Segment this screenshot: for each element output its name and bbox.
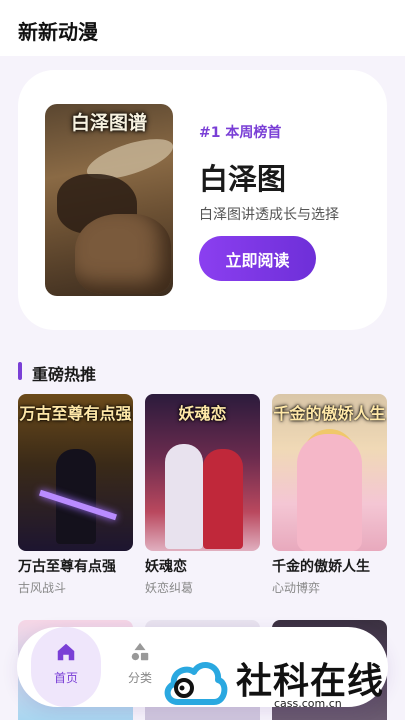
top-bar: 新新动漫: [0, 0, 405, 56]
rank-badge: #1 本周榜首: [199, 125, 282, 141]
category-icon: [131, 642, 149, 661]
watermark-logo: 社科在线 cass.com.cn: [162, 652, 398, 714]
cover-title: 白泽图谱: [70, 112, 147, 134]
comic-name[interactable]: 万古至尊有点强: [18, 556, 133, 576]
comic-name[interactable]: 妖魂恋: [145, 556, 260, 576]
cover-title: 千金的傲娇人生: [273, 404, 386, 423]
featured-title: 白泽图: [199, 162, 287, 196]
cover-art: [165, 444, 203, 549]
section-accent-bar: [18, 362, 22, 380]
comic-card[interactable]: 千金的傲娇人生 千金的傲娇人生 心动博弈: [272, 394, 387, 596]
read-now-button[interactable]: 立即阅读: [199, 236, 316, 281]
featured-card[interactable]: 白泽图谱 #1 本周榜首 白泽图 白泽图讲透成长与选择 立即阅读: [18, 70, 387, 330]
comic-name[interactable]: 千金的傲娇人生: [272, 556, 387, 576]
comic-card[interactable]: 妖魂恋 妖魂恋 妖恋纠葛: [145, 394, 260, 596]
app-title: 新新动漫: [18, 20, 98, 44]
active-tab-highlight: [31, 627, 101, 707]
comic-tag: 妖恋纠葛: [145, 581, 194, 595]
comic-cover-image[interactable]: 妖魂恋: [145, 394, 260, 551]
cover-title: 妖魂恋: [178, 404, 227, 423]
cover-art: [203, 449, 243, 549]
featured-cover-image[interactable]: 白泽图谱: [45, 104, 173, 296]
cover-title: 万古至尊有点强: [19, 404, 132, 423]
watermark-url: cass.com.cn: [274, 697, 342, 710]
tab-label: 首页: [53, 671, 78, 685]
cover-art: [75, 214, 171, 294]
cloud-logo-icon: [164, 662, 228, 705]
section-title: 重磅热推: [32, 365, 97, 384]
comic-tag: 心动博弈: [272, 581, 321, 595]
comic-cover-image[interactable]: 万古至尊有点强: [18, 394, 133, 551]
comic-tag: 古风战斗: [18, 581, 67, 595]
comic-cover-image[interactable]: 千金的傲娇人生: [272, 394, 387, 551]
home-icon: [57, 643, 75, 661]
tab-home[interactable]: 首页: [31, 627, 101, 707]
cover-art: [297, 434, 362, 551]
comic-card[interactable]: 万古至尊有点强 万古至尊有点强 古风战斗: [18, 394, 133, 596]
featured-description: 白泽图讲透成长与选择: [199, 207, 339, 223]
